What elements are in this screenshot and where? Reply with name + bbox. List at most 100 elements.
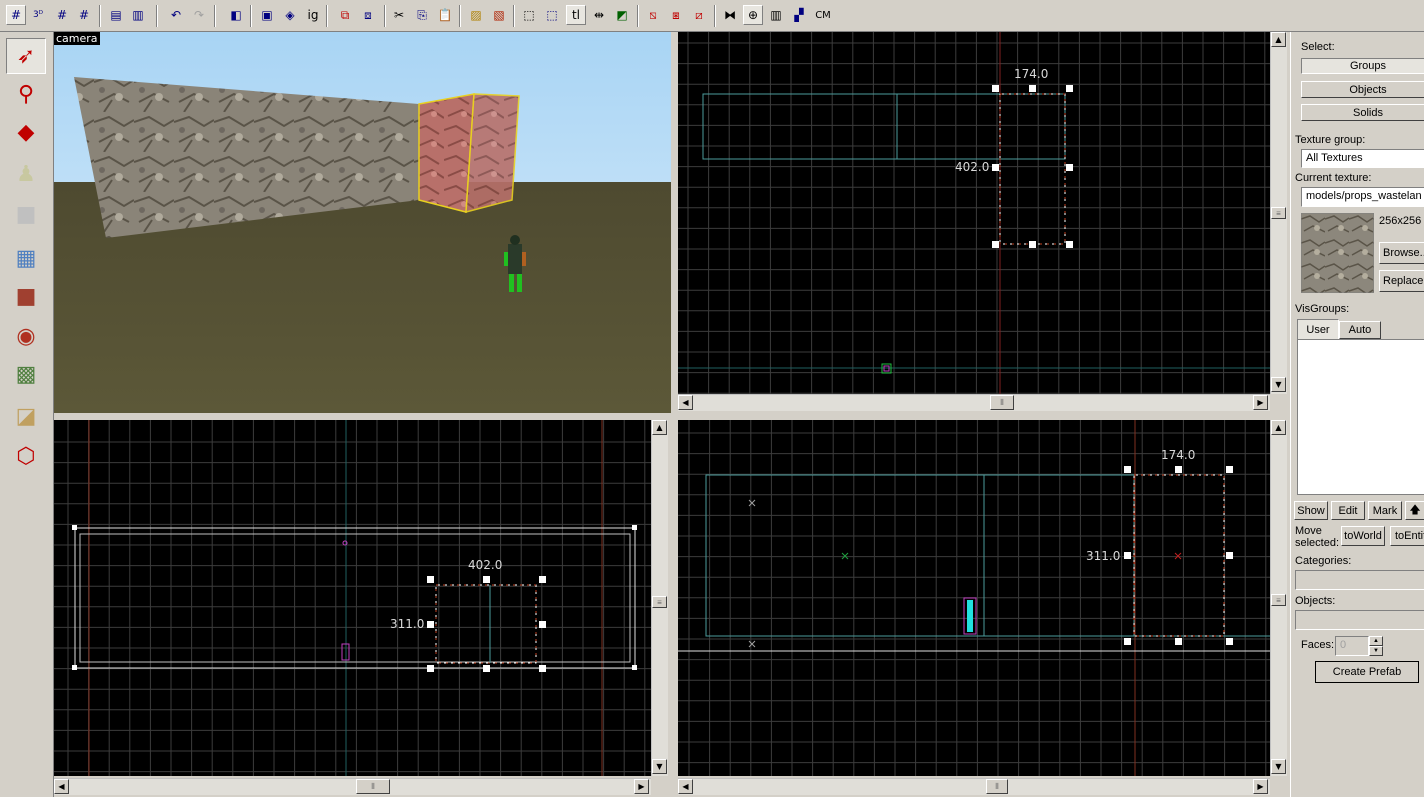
ignore-group-icon[interactable]: ig — [303, 5, 323, 25]
decal-tool-icon[interactable]: ◉ — [6, 318, 46, 354]
to-world-icon[interactable]: ⧈ — [358, 5, 378, 25]
apply-current-texture-icon[interactable]: ■ — [6, 278, 46, 314]
texture-scale-lock-icon[interactable]: ▧ — [489, 5, 509, 25]
carve-icon[interactable]: ◧ — [226, 5, 246, 25]
grid-icon[interactable]: # — [6, 5, 26, 25]
scroll-down-arrow-icon[interactable]: ▼ — [1271, 759, 1286, 774]
side-hscrollbar[interactable]: ◀ ⦀ ▶ — [678, 778, 1270, 795]
tab-auto[interactable]: Auto — [1339, 321, 1381, 339]
objects-select[interactable] — [1295, 610, 1424, 630]
undo-icon[interactable]: ↶ — [166, 5, 186, 25]
vertex-tool-icon[interactable]: ⬡ — [6, 438, 46, 474]
objects-button[interactable]: Objects — [1301, 81, 1424, 98]
scroll-thumb[interactable]: ⦀ — [990, 395, 1014, 410]
selection-tool-icon[interactable]: ➶ — [6, 38, 46, 74]
side-viewport[interactable]: 174.0 311.0 — [678, 420, 1270, 776]
scroll-left-arrow-icon[interactable]: ◀ — [54, 779, 69, 794]
redo-icon[interactable]: ↷ — [189, 5, 209, 25]
scroll-thumb[interactable]: ≡ — [1271, 594, 1286, 606]
scroll-right-arrow-icon[interactable]: ▶ — [634, 779, 649, 794]
scroll-down-arrow-icon[interactable]: ▼ — [1271, 377, 1286, 392]
3d-view-icon[interactable]: ⧆ — [666, 5, 686, 25]
compile-icon[interactable]: ⧓ — [720, 5, 740, 25]
camera-label: camera — [54, 32, 100, 45]
check-problems-icon[interactable]: ▞ — [789, 5, 809, 25]
selection-box-icon[interactable]: ⬚ — [519, 5, 539, 25]
flip-icon[interactable]: ⇹ — [589, 5, 609, 25]
show-button[interactable]: Show — [1294, 501, 1328, 520]
cut-icon[interactable]: ✂ — [389, 5, 409, 25]
selected-brush-dash — [999, 93, 1066, 245]
copy-icon[interactable]: ⎘ — [412, 5, 432, 25]
tab-user[interactable]: User — [1297, 319, 1339, 339]
scroll-left-arrow-icon[interactable]: ◀ — [678, 395, 693, 410]
auto-select-icon[interactable]: ⬚ — [542, 5, 562, 25]
magnify-tool-icon[interactable]: ⚲ — [6, 76, 46, 112]
texture-lock-icon[interactable]: ▨ — [466, 5, 486, 25]
tl-icon[interactable]: tl — [566, 5, 586, 25]
camera-tool-icon[interactable]: ◆ — [6, 114, 46, 150]
scroll-up-arrow-icon[interactable]: ▲ — [1271, 420, 1286, 435]
scroll-up-arrow-icon[interactable]: ▲ — [1271, 32, 1286, 47]
ungroup-icon[interactable]: ▥ — [128, 5, 148, 25]
create-prefab-button[interactable]: Create Prefab — [1315, 661, 1419, 683]
groups-button[interactable]: Groups — [1301, 58, 1424, 74]
front-vscrollbar[interactable]: ▲ ≡ ▼ — [651, 420, 668, 776]
3d-grid-icon[interactable]: 3ᴰ — [28, 5, 48, 25]
move-up-arrow-icon[interactable]: 🡅 — [1405, 501, 1424, 520]
texture-preview — [1301, 213, 1374, 293]
entity-markers — [748, 499, 756, 648]
mark-button[interactable]: Mark — [1368, 501, 1402, 520]
scroll-thumb[interactable]: ⦀ — [986, 779, 1008, 794]
hide-icon[interactable]: ▣ — [257, 5, 277, 25]
current-texture-select[interactable]: models/props_wastelan — [1301, 187, 1424, 207]
tie-icon[interactable]: ⧉ — [335, 5, 355, 25]
smaller-grid-icon[interactable]: # — [52, 5, 72, 25]
categories-select[interactable] — [1295, 570, 1424, 590]
scroll-thumb[interactable]: ≡ — [652, 596, 667, 608]
scroll-right-arrow-icon[interactable]: ▶ — [1253, 779, 1268, 794]
3d-ray-icon[interactable]: ⧄ — [689, 5, 709, 25]
to-world-button[interactable]: toWorld — [1341, 526, 1385, 546]
categories-label: Categories: — [1295, 555, 1352, 567]
scroll-thumb[interactable]: ≡ — [1271, 207, 1286, 219]
scroll-left-arrow-icon[interactable]: ◀ — [678, 779, 693, 794]
entity-tool-icon[interactable]: ♟ — [6, 156, 46, 192]
faces-spin-up-icon[interactable]: ▲ — [1369, 636, 1383, 646]
front-hscrollbar[interactable]: ◀ ⦀ ▶ — [54, 778, 651, 795]
browse-button[interactable]: Browse... — [1379, 242, 1424, 264]
cm-icon[interactable]: CM — [812, 5, 834, 25]
to-entity-button[interactable]: toEntity — [1390, 526, 1424, 546]
scroll-up-arrow-icon[interactable]: ▲ — [652, 420, 667, 435]
texture-group-select[interactable]: All Textures — [1301, 149, 1424, 168]
scroll-thumb[interactable]: ⦀ — [356, 779, 390, 794]
entity-report-icon[interactable]: ▥ — [766, 5, 786, 25]
scroll-down-arrow-icon[interactable]: ▼ — [652, 759, 667, 774]
run-icon[interactable]: ⊕ — [743, 5, 763, 25]
show-icon[interactable]: ◈ — [280, 5, 300, 25]
top-viewport[interactable]: 174.0 402.0 — [678, 32, 1270, 394]
top-height-label: 402.0 — [955, 160, 989, 174]
side-height-label: 311.0 — [1086, 549, 1120, 563]
visgroups-list[interactable] — [1297, 339, 1424, 495]
texture-application-icon[interactable]: ▦ — [6, 240, 46, 276]
top-hscrollbar[interactable]: ◀ ⦀ ▶ — [678, 394, 1270, 411]
front-viewport[interactable]: 402.0 311.0 — [54, 420, 651, 776]
edit-button[interactable]: Edit — [1331, 501, 1365, 520]
solids-button[interactable]: Solids — [1301, 104, 1424, 121]
larger-grid-icon[interactable]: # — [74, 5, 94, 25]
clipping-tool-icon[interactable]: ◪ — [6, 398, 46, 434]
paste-icon[interactable]: 📋 — [435, 5, 455, 25]
scroll-right-arrow-icon[interactable]: ▶ — [1253, 395, 1268, 410]
overlay-tool-icon[interactable]: ▩ — [6, 356, 46, 392]
side-vscrollbar[interactable]: ▲ ≡ ▼ — [1270, 420, 1287, 776]
replace-button[interactable]: Replace... — [1379, 270, 1424, 292]
top-vscrollbar[interactable]: ▲ ≡ ▼ — [1270, 32, 1287, 394]
camera-viewport[interactable]: camera — [54, 32, 671, 413]
group-icon[interactable]: ▤ — [106, 5, 126, 25]
faces-input[interactable]: 0 — [1335, 636, 1369, 656]
block-tool-icon[interactable]: ■ — [6, 196, 46, 232]
2d-view-icon[interactable]: ⧅ — [643, 5, 663, 25]
clip-icon[interactable]: ◩ — [612, 5, 632, 25]
faces-spin-down-icon[interactable]: ▼ — [1369, 646, 1383, 656]
